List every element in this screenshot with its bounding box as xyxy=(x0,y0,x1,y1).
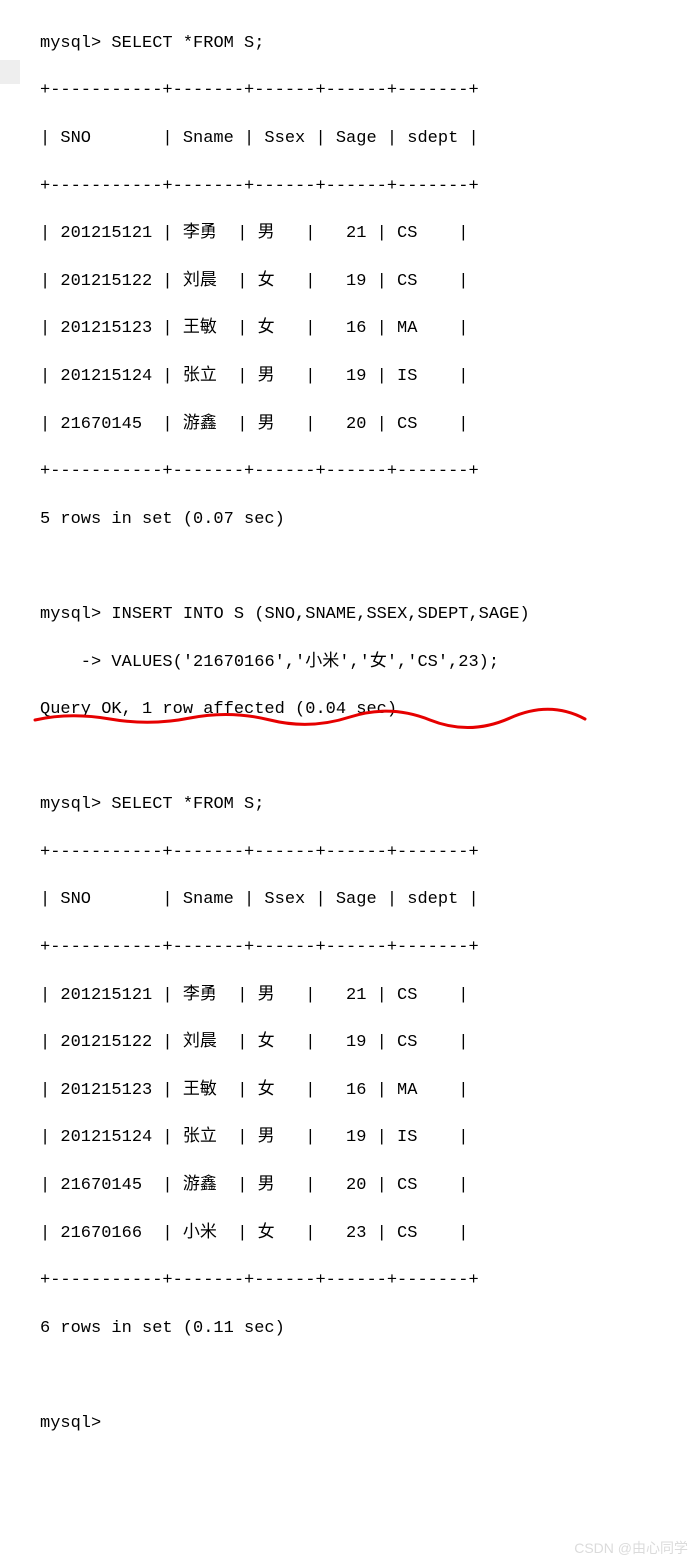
sql-command: VALUES('21670166','小米','女','CS',23); xyxy=(111,653,499,672)
table-row: | 201215121 | 李勇 | 男 | 21 | CS | xyxy=(40,222,680,246)
table-border: +-----------+-------+------+------+-----… xyxy=(40,175,680,199)
prompt-line: mysql> INSERT INTO S (SNO,SNAME,SSEX,SDE… xyxy=(40,603,680,627)
table-row: | 201215122 | 刘晨 | 女 | 19 | CS | xyxy=(40,270,680,294)
table-row: | 21670145 | 游鑫 | 男 | 20 | CS | xyxy=(40,1174,680,1198)
mysql-prompt: mysql> xyxy=(40,1414,101,1433)
blank-line xyxy=(40,746,680,770)
result-summary: 5 rows in set (0.07 sec) xyxy=(40,508,680,532)
table-row: | 201215121 | 李勇 | 男 | 21 | CS | xyxy=(40,984,680,1008)
table-row: | 201215122 | 刘晨 | 女 | 19 | CS | xyxy=(40,1031,680,1055)
table-border: +-----------+-------+------+------+-----… xyxy=(40,841,680,865)
mysql-prompt: mysql> xyxy=(40,605,101,624)
blank-line xyxy=(40,555,680,579)
table-row: | 201215124 | 张立 | 男 | 19 | IS | xyxy=(40,1126,680,1150)
table-header: | SNO | Sname | Ssex | Sage | sdept | xyxy=(40,888,680,912)
table-header: | SNO | Sname | Ssex | Sage | sdept | xyxy=(40,127,680,151)
table-row: | 201215123 | 王敏 | 女 | 16 | MA | xyxy=(40,317,680,341)
prompt-line[interactable]: mysql> xyxy=(40,1412,680,1436)
table-border: +-----------+-------+------+------+-----… xyxy=(40,1269,680,1293)
table-row: | 201215124 | 张立 | 男 | 19 | IS | xyxy=(40,365,680,389)
result-summary: 6 rows in set (0.11 sec) xyxy=(40,1317,680,1341)
watermark-text: CSDN @由心同学 xyxy=(574,1539,688,1559)
blank-line xyxy=(40,1364,680,1388)
terminal-output: mysql> SELECT *FROM S; +-----------+----… xyxy=(0,0,700,1563)
sql-command: INSERT INTO S (SNO,SNAME,SSEX,SDEPT,SAGE… xyxy=(111,605,529,624)
sql-command: SELECT *FROM S; xyxy=(111,34,264,53)
table-row: | 201215123 | 王敏 | 女 | 16 | MA | xyxy=(40,1079,680,1103)
continuation-prompt: -> xyxy=(40,653,101,672)
table-row: | 21670145 | 游鑫 | 男 | 20 | CS | xyxy=(40,413,680,437)
sql-command: SELECT *FROM S; xyxy=(111,795,264,814)
table-border: +-----------+-------+------+------+-----… xyxy=(40,936,680,960)
prompt-line: mysql> SELECT *FROM S; xyxy=(40,32,680,56)
prompt-line: mysql> SELECT *FROM S; xyxy=(40,793,680,817)
mysql-prompt: mysql> xyxy=(40,795,101,814)
table-border: +-----------+-------+------+------+-----… xyxy=(40,460,680,484)
continuation-line: -> VALUES('21670166','小米','女','CS',23); xyxy=(40,651,680,675)
table-row: | 21670166 | 小米 | 女 | 23 | CS | xyxy=(40,1222,680,1246)
table-border: +-----------+-------+------+------+-----… xyxy=(40,79,680,103)
result-summary: Query OK, 1 row affected (0.04 sec) xyxy=(40,698,680,722)
mysql-prompt: mysql> xyxy=(40,34,101,53)
